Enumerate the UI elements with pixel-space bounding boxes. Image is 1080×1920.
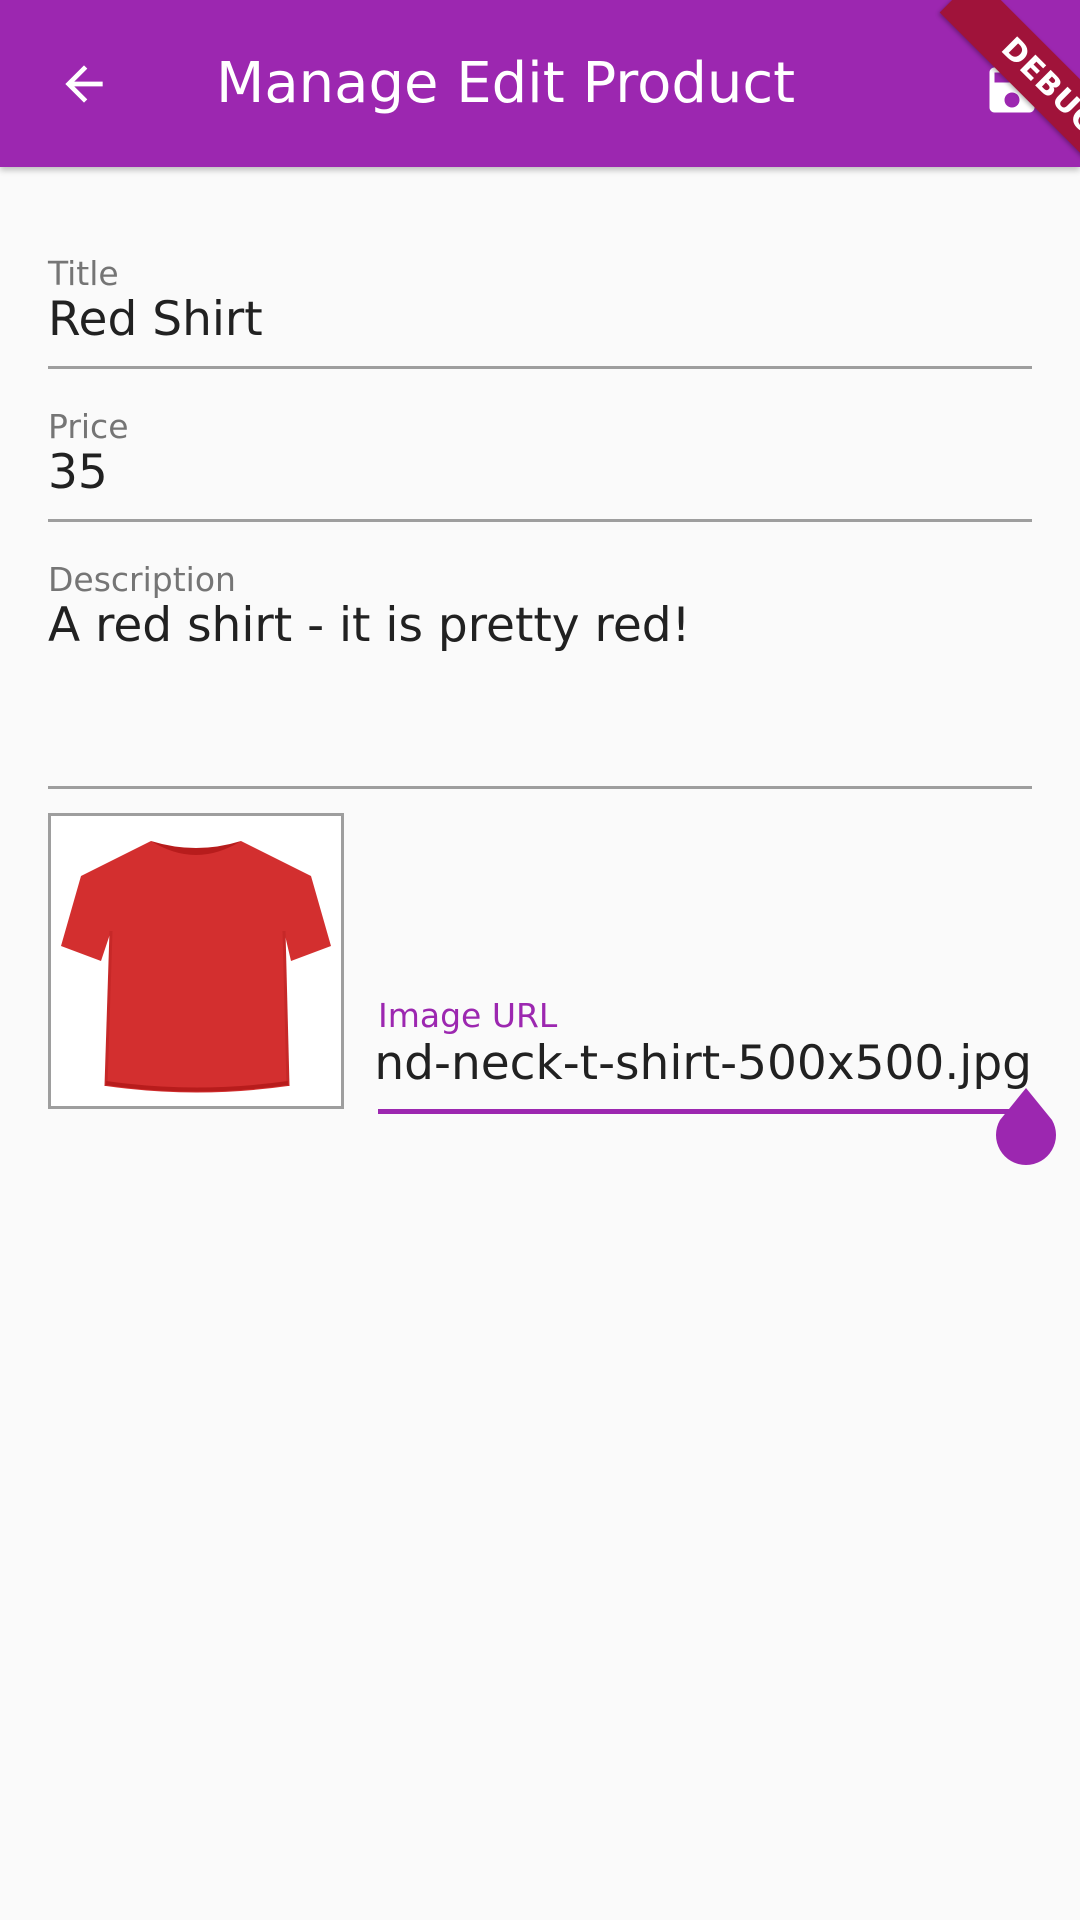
description-field-value[interactable]: A red shirt - it is pretty red! <box>48 598 690 653</box>
image-url-label: Image URL <box>378 996 558 1035</box>
app-bar: Manage Edit Product DEBUG <box>0 0 1080 167</box>
price-field-label: Price <box>48 407 129 446</box>
arrow-back-icon <box>65 65 103 103</box>
image-url-underline <box>378 1109 1026 1114</box>
image-preview <box>48 813 344 1109</box>
image-url-field[interactable]: Image URL ound-neck-t-shirt-500x500.jpg <box>378 996 1032 1116</box>
title-field-value[interactable]: Red Shirt <box>48 292 263 347</box>
title-field-underline <box>48 366 1032 369</box>
price-field-value[interactable]: 35 <box>48 445 108 500</box>
description-field-underline <box>48 786 1032 789</box>
debug-banner: DEBUG <box>939 0 1080 167</box>
description-field[interactable]: Description A red shirt - it is pretty r… <box>48 556 1032 792</box>
title-field[interactable]: Title Red Shirt <box>48 250 1032 370</box>
page-title: Manage Edit Product <box>216 51 796 116</box>
description-field-label: Description <box>48 560 236 599</box>
text-cursor-handle[interactable] <box>992 1086 1060 1168</box>
title-field-label: Title <box>48 254 119 293</box>
image-url-value[interactable]: ound-neck-t-shirt-500x500.jpg <box>378 1036 1032 1091</box>
red-tshirt-image <box>61 841 331 1093</box>
price-field[interactable]: Price 35 <box>48 403 1032 523</box>
back-button[interactable] <box>34 34 134 134</box>
price-field-underline <box>48 519 1032 522</box>
